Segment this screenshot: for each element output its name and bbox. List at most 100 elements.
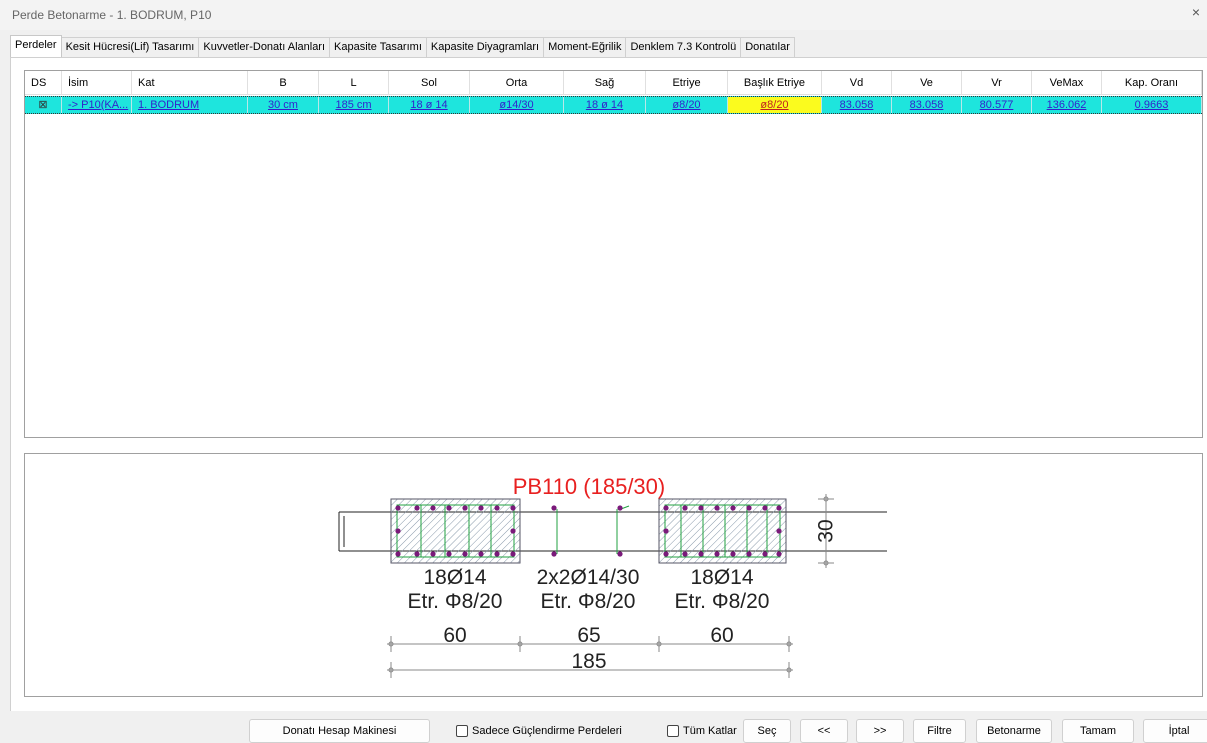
rebar-dot — [663, 505, 669, 511]
cell-b[interactable]: 30 cm — [248, 97, 319, 113]
cell-vr[interactable]: 80.577 — [962, 97, 1032, 113]
col-header-kap-orani[interactable]: Kap. Oranı — [1102, 71, 1202, 95]
cell-sag[interactable]: 18 ø 14 — [564, 97, 646, 113]
select-button[interactable]: Seç — [743, 719, 791, 743]
close-icon[interactable]: × — [1189, 4, 1203, 20]
section-drawing: PB110 (185/30) 30 18Ø14 Etr. Φ8/20 2x2Ø1… — [24, 453, 1203, 697]
cell-etriye[interactable]: ø8/20 — [646, 97, 728, 113]
rebar-dot — [762, 505, 768, 511]
tab-donatilar[interactable]: Donatılar — [740, 37, 795, 57]
mid-rebar-label: 2x2Ø14/30 — [537, 566, 640, 589]
col-header-orta[interactable]: Orta — [470, 71, 564, 95]
only-strengthen-label: Sadece Güçlendirme Perdeleri — [472, 725, 622, 737]
cell-ds-checkbox[interactable]: ⊠ — [25, 97, 62, 113]
col-header-vemax[interactable]: VeMax — [1032, 71, 1102, 95]
rebar-dot — [698, 505, 704, 511]
tab-kapasite-tasarimi[interactable]: Kapasite Tasarımı — [329, 37, 427, 57]
rebar-dot — [430, 551, 436, 557]
rebar-dot — [730, 505, 736, 511]
rebar-dot — [462, 505, 468, 511]
rebar-dot — [462, 551, 468, 557]
rebar-dot — [510, 528, 516, 534]
rebar-dot — [414, 505, 420, 511]
tab-denklem[interactable]: Denklem 7.3 Kontrolü — [625, 37, 742, 57]
only-strengthen-checkbox[interactable]: Sadece Güçlendirme Perdeleri — [456, 723, 622, 739]
rebar-dot — [776, 505, 782, 511]
rebar-dot — [446, 551, 452, 557]
rebar-calculator-button[interactable]: Donatı Hesap Makinesi — [249, 719, 430, 743]
tab-moment-egrilik[interactable]: Moment-Eğrilik — [543, 37, 627, 57]
rebar-dot — [494, 505, 500, 511]
dim-left: 60 — [443, 624, 466, 647]
previous-button[interactable]: << — [800, 719, 848, 743]
rebar-dot — [430, 505, 436, 511]
cell-ve[interactable]: 83.058 — [892, 97, 962, 113]
rebar-dot — [776, 551, 782, 557]
col-header-isim[interactable]: İsim — [62, 71, 132, 95]
rebar-dot — [663, 528, 669, 534]
section-svg: PB110 (185/30) 30 18Ø14 Etr. Φ8/20 2x2Ø1… — [338, 474, 887, 678]
tab-kuvvetler[interactable]: Kuvvetler-Donatı Alanları — [198, 37, 331, 57]
concrete-button[interactable]: Betonarme — [976, 719, 1052, 743]
cancel-button[interactable]: İptal — [1143, 719, 1207, 743]
cell-l[interactable]: 185 cm — [319, 97, 389, 113]
all-floors-checkbox[interactable]: Tüm Katlar — [667, 723, 737, 739]
cell-orta[interactable]: ø14/30 — [470, 97, 564, 113]
col-header-kat[interactable]: Kat — [132, 71, 248, 95]
rebar-dot — [395, 551, 401, 557]
tab-kesit-hucresi[interactable]: Kesit Hücresi(Lif) Tasarımı — [60, 37, 200, 57]
checkbox-box[interactable] — [667, 725, 679, 737]
window-title: Perde Betonarme - 1. BODRUM, P10 — [12, 8, 212, 22]
col-header-ve[interactable]: Ve — [892, 71, 962, 95]
col-header-vd[interactable]: Vd — [822, 71, 892, 95]
rebar-dot — [510, 505, 516, 511]
right-stirrup-label: Etr. Φ8/20 — [675, 590, 770, 613]
rebar-dot — [478, 551, 484, 557]
cell-vemax[interactable]: 136.062 — [1032, 97, 1102, 113]
all-floors-label: Tüm Katlar — [683, 725, 737, 737]
cell-kat[interactable]: 1. BODRUM — [132, 97, 248, 113]
rebar-dot — [617, 551, 623, 557]
left-stirrup-label: Etr. Φ8/20 — [408, 590, 503, 613]
cell-isim[interactable]: -> P10(KA... — [62, 97, 132, 113]
col-header-sol[interactable]: Sol — [389, 71, 470, 95]
rebar-dot — [395, 505, 401, 511]
cell-baslik-etriye[interactable]: ø8/20 — [728, 97, 822, 113]
title-bar: Perde Betonarme - 1. BODRUM, P10 × — [0, 0, 1207, 30]
checkbox-box[interactable] — [456, 725, 468, 737]
cell-sol[interactable]: 18 ø 14 — [389, 97, 470, 113]
col-header-etriye[interactable]: Etriye — [646, 71, 728, 95]
col-header-l[interactable]: L — [319, 71, 389, 95]
walls-grid: DS İsim Kat B L Sol Orta Sağ Etriye Başl… — [24, 70, 1203, 438]
col-header-baslik-etriye[interactable]: Başlık Etriye — [728, 71, 822, 95]
dim-height: 30 — [815, 519, 838, 542]
cell-vd[interactable]: 83.058 — [822, 97, 892, 113]
rebar-dot — [714, 505, 720, 511]
filter-button[interactable]: Filtre — [913, 719, 966, 743]
rebar-dot — [682, 505, 688, 511]
col-header-vr[interactable]: Vr — [962, 71, 1032, 95]
tab-strip: Perdeler Kesit Hücresi(Lif) Tasarımı Kuv… — [10, 35, 795, 57]
ok-button[interactable]: Tamam — [1062, 719, 1134, 743]
col-header-ds[interactable]: DS — [25, 71, 62, 95]
tab-perdeler[interactable]: Perdeler — [10, 35, 62, 57]
rebar-dot — [395, 528, 401, 534]
col-header-sag[interactable]: Sağ — [564, 71, 646, 95]
next-button[interactable]: >> — [856, 719, 904, 743]
right-rebar-label: 18Ø14 — [690, 566, 753, 589]
cell-kap-orani[interactable]: 0.9663 — [1102, 97, 1202, 113]
rebar-dot — [746, 551, 752, 557]
rebar-dot — [617, 505, 623, 511]
rebar-dot — [776, 528, 782, 534]
dim-right: 60 — [710, 624, 733, 647]
table-row[interactable]: ⊠ -> P10(KA... 1. BODRUM 30 cm 185 cm 18… — [25, 96, 1202, 114]
bottom-toolbar: Donatı Hesap Makinesi Sadece Güçlendirme… — [0, 711, 1207, 743]
rebar-dot — [510, 551, 516, 557]
col-header-b[interactable]: B — [248, 71, 319, 95]
tab-kapasite-diyagramlari[interactable]: Kapasite Diyagramları — [425, 37, 545, 57]
grid-header: DS İsim Kat B L Sol Orta Sağ Etriye Başl… — [25, 71, 1202, 95]
rebar-dot — [494, 551, 500, 557]
dim-mid: 65 — [577, 624, 600, 647]
rebar-dot — [762, 551, 768, 557]
dim-total: 185 — [571, 650, 606, 673]
